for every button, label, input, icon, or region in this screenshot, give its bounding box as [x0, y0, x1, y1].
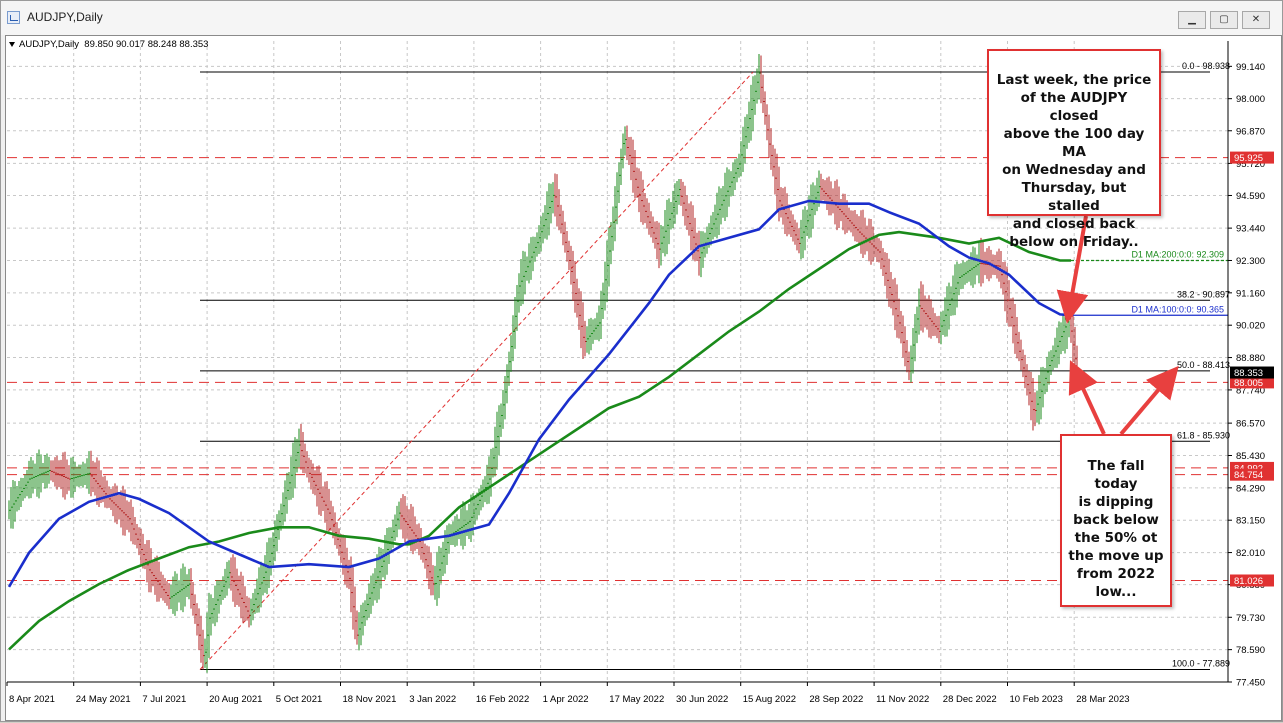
y-tick-label: 78.590: [1236, 645, 1265, 656]
annotation-arrow: [1119, 365, 1179, 436]
price-level-tag-label: 88.005: [1234, 378, 1263, 389]
note-line: below on Friday..: [1009, 234, 1139, 250]
x-tick-label: 3 Jan 2022: [409, 694, 456, 705]
x-tick-label: 16 Feb 2022: [476, 694, 529, 705]
note-line: on Wednesday and: [1002, 162, 1146, 178]
terminal-window: AUDJPY,Daily ▁ ▢ ✕ 0.0 - 98.938 38.2 - 90…: [0, 0, 1283, 722]
ohlc-values: 89.850 90.017 88.248 88.353: [84, 39, 209, 50]
price-level-tag-label: 81.026: [1234, 576, 1263, 587]
note-line: from 2022: [1076, 566, 1156, 582]
note-line: The fall today: [1087, 458, 1145, 492]
y-tick-label: 92.300: [1236, 256, 1265, 267]
y-tick-label: 84.290: [1236, 483, 1265, 494]
y-tick-label: 96.870: [1236, 126, 1265, 137]
note-line: the move up: [1068, 548, 1164, 564]
y-tick-label: 77.450: [1236, 678, 1265, 689]
fibonacci-level-label: 0.0 - 98.938: [1182, 61, 1230, 71]
y-tick-label: 90.020: [1236, 321, 1265, 332]
y-tick-label: 98.000: [1236, 94, 1265, 105]
x-tick-label: 1 Apr 2022: [543, 694, 589, 705]
note-line: the 50% ot: [1074, 530, 1158, 546]
note-line: above the 100 day MA: [1003, 126, 1145, 160]
x-tick-label: 11 Nov 2022: [876, 694, 929, 705]
note-line: Last week, the price: [996, 72, 1152, 88]
y-tick-label: 82.010: [1236, 548, 1265, 559]
y-tick-label: 83.150: [1236, 516, 1265, 527]
price-level-tag-label: 84.754: [1234, 470, 1263, 481]
y-tick-label: 79.730: [1236, 613, 1265, 624]
x-tick-label: 28 Sep 2022: [809, 694, 863, 705]
y-tick-label: 88.880: [1236, 353, 1265, 364]
note-line: is dipping: [1078, 494, 1154, 510]
x-tick-label: 28 Mar 2023: [1076, 694, 1129, 705]
ma-100-line-label: D1 MA:100:0:0: 90.365: [1131, 304, 1224, 314]
x-tick-label: 30 Jun 2022: [676, 694, 728, 705]
x-tick-label: 5 Oct 2021: [276, 694, 322, 705]
symbol-name: AUDJPY,Daily: [19, 39, 80, 50]
price-level-tag-label: 95.925: [1234, 153, 1263, 164]
fibonacci-level-label: 50.0 - 88.413: [1177, 360, 1230, 370]
fibonacci-level-label: 100.0 - 77.889: [1172, 659, 1230, 669]
annotation-top-note: Last week, the price of the AUDJPY close…: [987, 49, 1161, 250]
x-tick-label: 15 Aug 2022: [743, 694, 796, 705]
y-tick-label: 93.440: [1236, 224, 1265, 235]
y-tick-label: 94.590: [1236, 191, 1265, 202]
y-tick-label: 91.160: [1236, 288, 1265, 299]
note-line: low...: [1095, 584, 1137, 600]
note-line: of the AUDJPY closed: [1020, 90, 1128, 124]
current-price-tag-label: 88.353: [1234, 368, 1263, 379]
y-tick-label: 86.570: [1236, 419, 1265, 430]
x-tick-label: 18 Nov 2021: [343, 694, 397, 705]
x-tick-label: 7 Jul 2021: [142, 694, 186, 705]
x-tick-label: 17 May 2022: [609, 694, 664, 705]
x-tick-label: 24 May 2021: [76, 694, 131, 705]
y-tick-label: 99.140: [1236, 62, 1265, 73]
ma-100-line: [7, 199, 1072, 588]
fibonacci-level-label: 61.8 - 85.930: [1177, 430, 1230, 440]
x-tick-label: 8 Apr 2021: [9, 694, 55, 705]
annotation-bottom-note: The fall today is dipping back below the…: [1060, 434, 1172, 607]
symbol-info: AUDJPY,Daily 89.850 90.017 88.248 88.353: [9, 39, 208, 50]
x-tick-label: 10 Feb 2023: [1010, 694, 1063, 705]
ma-200-line: [8, 230, 1071, 651]
note-line: and closed back: [1012, 216, 1136, 232]
fibonacci-level-label: 38.2 - 90.897: [1177, 289, 1230, 299]
x-tick-label: 28 Dec 2022: [943, 694, 997, 705]
y-tick-label: 85.430: [1236, 451, 1265, 462]
x-tick-label: 20 Aug 2021: [209, 694, 262, 705]
collapse-triangle-icon[interactable]: [9, 41, 15, 47]
note-line: back below: [1073, 512, 1159, 528]
annotation-arrow: [1068, 360, 1106, 435]
note-line: Thursday, but stalled: [1021, 180, 1127, 214]
